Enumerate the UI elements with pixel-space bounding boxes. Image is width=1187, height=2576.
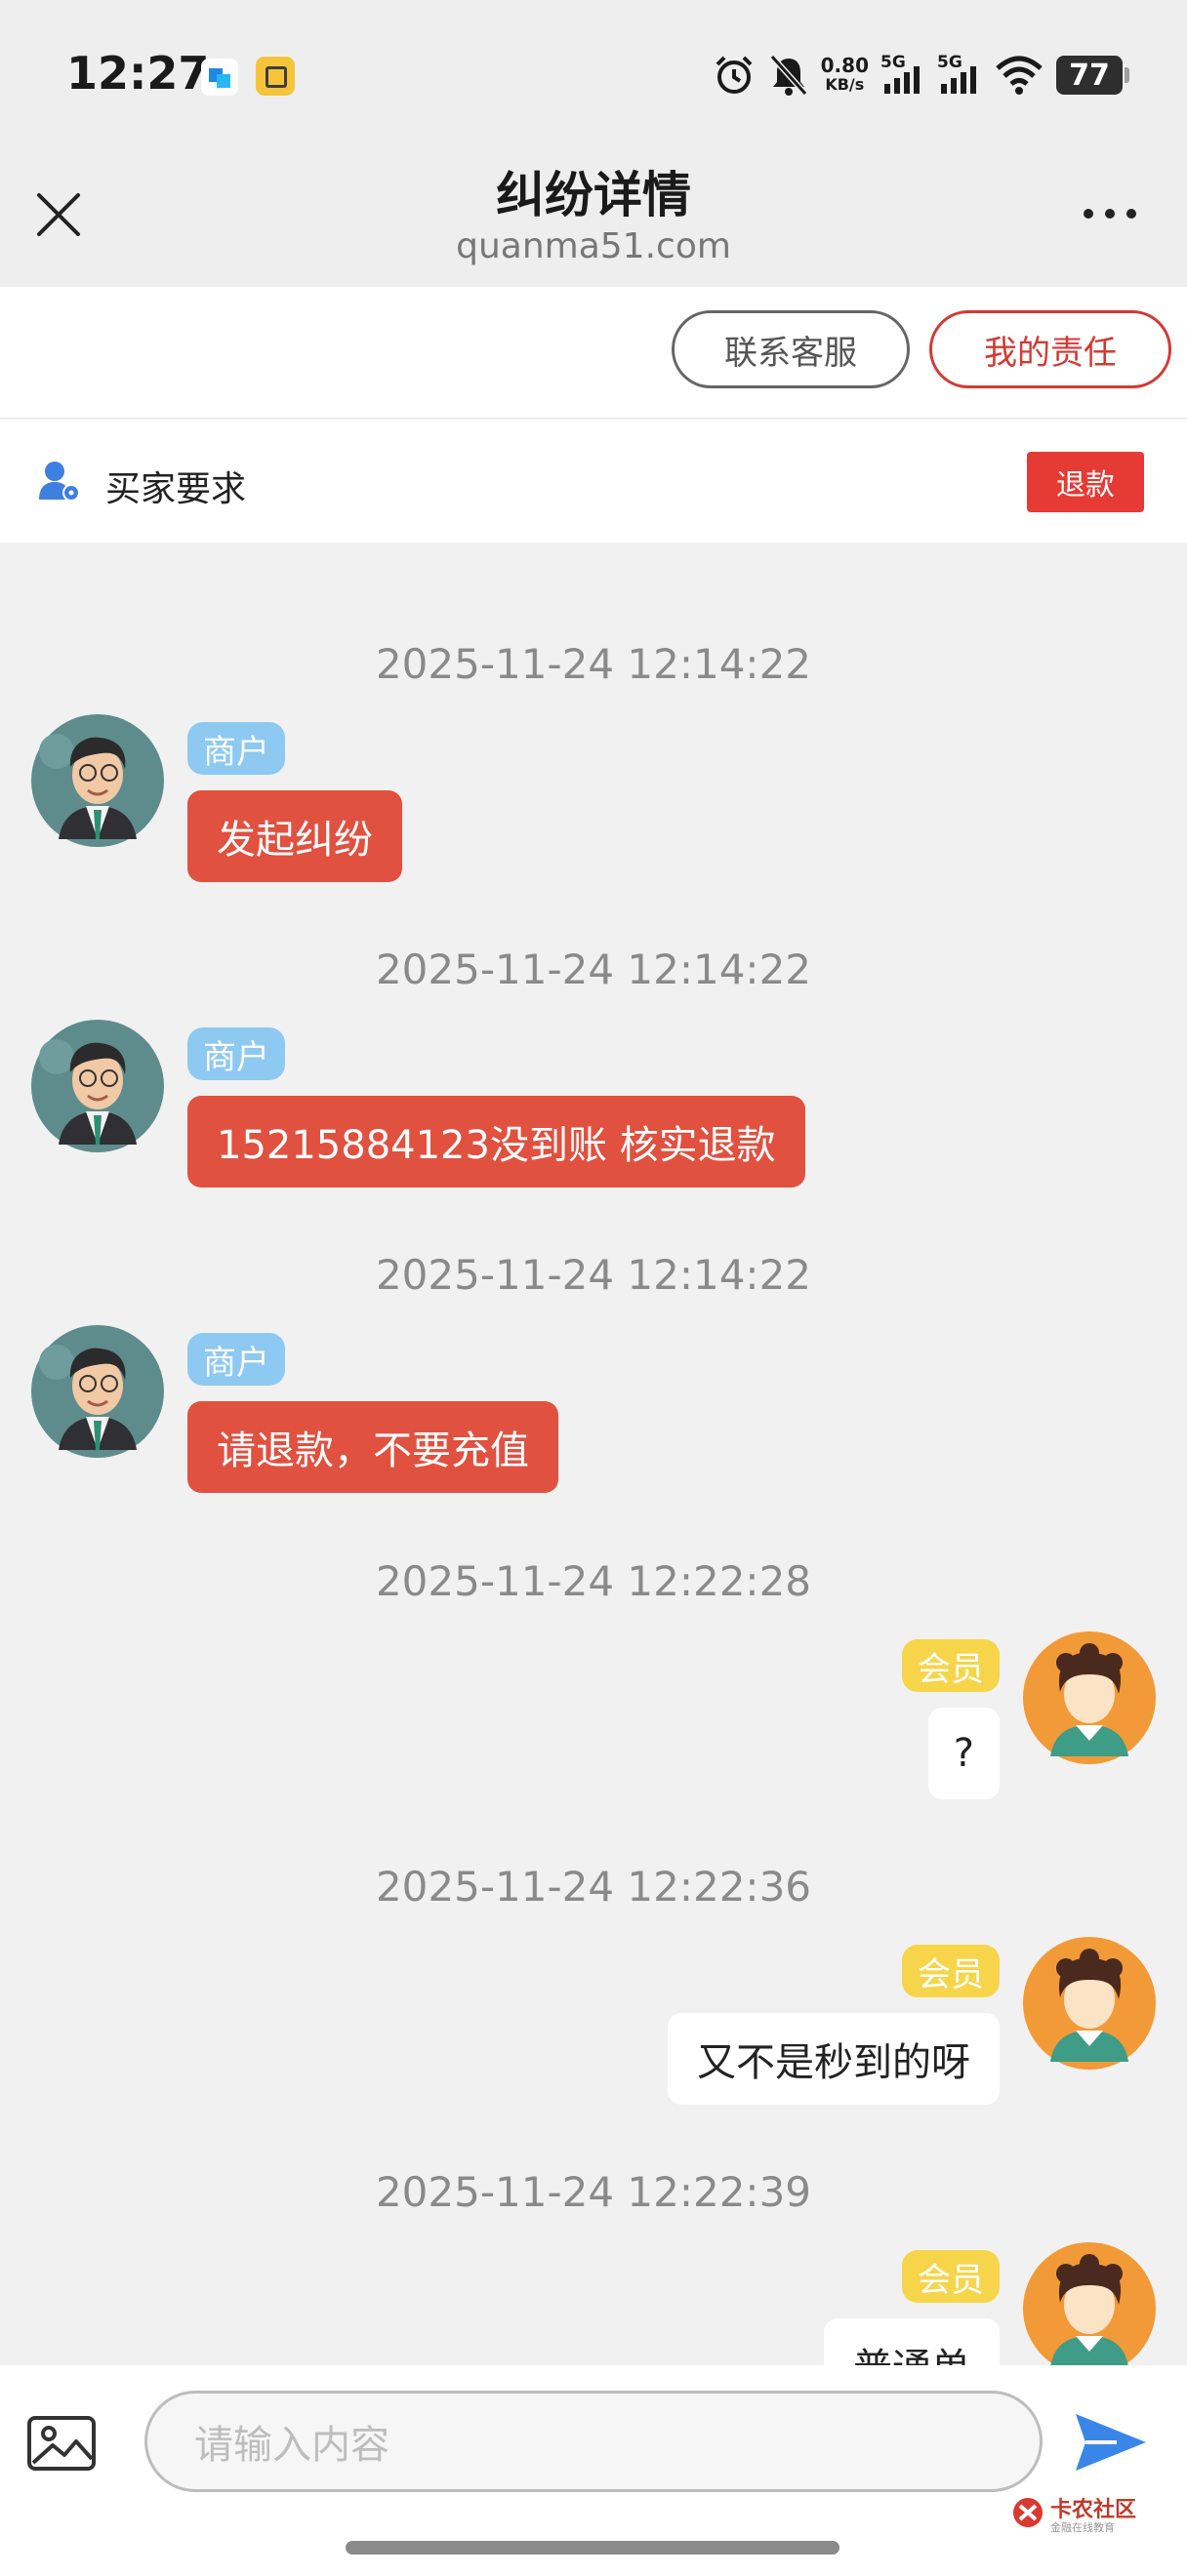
user-settings-icon <box>39 462 80 502</box>
page-title: 纠纷详情 <box>496 167 691 223</box>
member-avatar <box>1023 1937 1156 2070</box>
alarm-icon <box>716 56 753 94</box>
sim2-signal-icon: 5G <box>937 53 982 98</box>
message-bubble[interactable]: 又不是秒到的呀 <box>668 2013 1000 2105</box>
wifi-icon <box>996 56 1043 95</box>
watermark: 卡农社区 金融在线教育 <box>1011 2492 1158 2537</box>
battery-icon: 77 <box>1056 56 1129 95</box>
merchant-role-tag: 商户 <box>187 1027 285 1080</box>
composer-bar: 请输入内容 卡农社区 金融在线教育 <box>0 2365 1187 2576</box>
my-responsibility-button[interactable]: 我的责任 <box>929 310 1171 388</box>
member-role-tag: 会员 <box>902 1639 1000 1692</box>
buyer-request-label: 买家要求 <box>105 469 247 509</box>
status-bar: 12:27 0.80 KB/s 5G 5G 77 <box>0 0 1187 156</box>
message-timestamp: 2025-11-24 12:14:22 <box>375 1251 812 1299</box>
status-indicators: 0.80 KB/s 5G 5G 77 <box>712 51 1129 100</box>
watermark-subtitle: 金融在线教育 <box>1050 2521 1115 2534</box>
member-avatar <box>1023 1631 1156 1764</box>
title-bar: 纠纷详情 quanma51.com <box>0 156 1187 287</box>
home-indicator[interactable] <box>346 2541 839 2555</box>
message-timestamp: 2025-11-24 12:14:22 <box>375 946 812 993</box>
message-input[interactable]: 请输入内容 <box>144 2391 1043 2492</box>
merchant-role-tag: 商户 <box>187 1333 285 1386</box>
battery-level: 77 <box>1069 58 1110 93</box>
refund-badge: 退款 <box>1027 452 1144 512</box>
member-role-tag: 会员 <box>902 2250 1000 2303</box>
send-icon[interactable] <box>1072 2408 1150 2476</box>
message-bubble[interactable]: 发起纠纷 <box>187 790 402 882</box>
message-timestamp: 2025-11-24 12:22:36 <box>375 1863 812 1911</box>
message-timestamp: 2025-11-24 12:14:22 <box>375 640 812 688</box>
copy-app-icon <box>256 57 295 96</box>
network-speed: 0.80 KB/s <box>821 56 869 95</box>
message-timestamp: 2025-11-24 12:22:39 <box>375 2168 812 2216</box>
more-options-icon[interactable] <box>1084 199 1152 228</box>
member-role-tag: 会员 <box>902 1945 1000 1997</box>
chat-area[interactable]: 2025-11-24 12:14:22 商户 发起纠纷 2025-11-24 1… <box>0 543 1187 2365</box>
image-upload-icon[interactable] <box>25 2414 98 2473</box>
member-avatar <box>1023 2242 1156 2365</box>
sim1-signal-icon: 5G <box>880 53 925 98</box>
message-bubble[interactable]: ? <box>927 1708 1000 1799</box>
action-bar: 联系客服 我的责任 <box>0 287 1187 419</box>
watermark-logo-icon <box>1013 2498 1043 2527</box>
status-time: 12:27 <box>66 47 210 100</box>
message-bubble[interactable]: 请退款，不要充值 <box>187 1401 558 1493</box>
merchant-avatar <box>31 714 164 847</box>
network-speed-unit: KB/s <box>825 75 865 94</box>
merchant-role-tag: 商户 <box>187 722 285 775</box>
network-speed-value: 0.80 <box>820 54 869 77</box>
merchant-avatar <box>31 1325 164 1458</box>
app-notification-icon <box>201 59 238 96</box>
page-domain: quanma51.com <box>456 226 731 266</box>
contact-service-button[interactable]: 联系客服 <box>672 310 910 388</box>
merchant-avatar <box>31 1020 164 1152</box>
message-bubble[interactable]: 普通单 <box>824 2318 1000 2365</box>
message-bubble[interactable]: 15215884123没到账 核实退款 <box>187 1096 805 1187</box>
message-timestamp: 2025-11-24 12:22:28 <box>375 1557 812 1605</box>
buyer-request-bar: 买家要求 退款 <box>0 420 1187 543</box>
mute-bell-icon <box>769 54 807 97</box>
